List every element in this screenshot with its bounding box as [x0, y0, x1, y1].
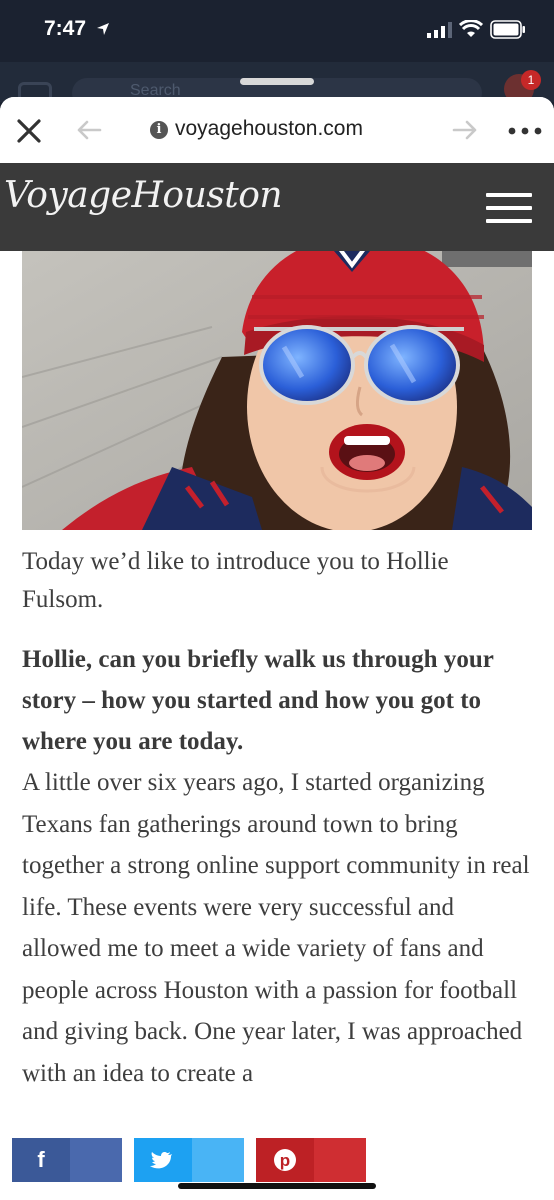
battery-icon — [490, 20, 525, 39]
twitter-share-button[interactable] — [134, 1138, 244, 1182]
browser-toolbar: i voyagehouston.com — [0, 97, 554, 163]
hamburger-menu-icon[interactable] — [486, 193, 532, 225]
menu-line — [486, 219, 532, 223]
facebook-share-button[interactable]: f — [12, 1138, 122, 1182]
facebook-share-right — [70, 1138, 122, 1182]
share-bar: f p — [0, 1131, 554, 1200]
forward-arrow-icon[interactable] — [452, 119, 478, 141]
pinterest-share-button[interactable]: p — [256, 1138, 366, 1182]
facebook-icon: f — [37, 1147, 45, 1172]
article-answer: A little over six years ago, I started o… — [22, 769, 530, 1087]
svg-text:p: p — [280, 1151, 290, 1170]
pinterest-share-right — [314, 1138, 366, 1182]
article-hero-photo — [22, 237, 532, 530]
wifi-icon — [459, 20, 483, 37]
status-time: 7:47 — [44, 17, 87, 40]
pinterest-icon: p — [274, 1149, 296, 1171]
home-indicator[interactable] — [178, 1183, 376, 1189]
more-icon[interactable] — [508, 127, 542, 135]
status-bar: 7:47 — [0, 0, 554, 62]
url-text[interactable]: voyagehouston.com — [175, 117, 363, 141]
info-icon[interactable]: i — [150, 121, 168, 139]
article-question: Hollie, can you briefly walk us through … — [22, 646, 494, 755]
back-arrow-icon[interactable] — [76, 119, 102, 141]
cellular-signal-icon — [427, 22, 452, 38]
sheet-grab-handle[interactable] — [240, 78, 314, 85]
in-app-browser-sheet: i voyagehouston.com VoyageHouston Today … — [0, 97, 554, 1200]
site-header: VoyageHouston — [0, 163, 554, 251]
article-body: Today we’d like to introduce you to Holl… — [22, 543, 532, 1094]
article-intro: Today we’d like to introduce you to Holl… — [22, 548, 449, 613]
close-icon[interactable] — [16, 118, 42, 144]
notification-badge: 1 — [521, 70, 541, 90]
twitter-icon — [150, 1152, 172, 1169]
location-arrow-icon — [97, 23, 109, 35]
twitter-share-right — [192, 1138, 244, 1182]
menu-line — [486, 193, 532, 197]
site-logo[interactable]: VoyageHouston — [4, 175, 283, 216]
menu-line — [486, 206, 532, 210]
